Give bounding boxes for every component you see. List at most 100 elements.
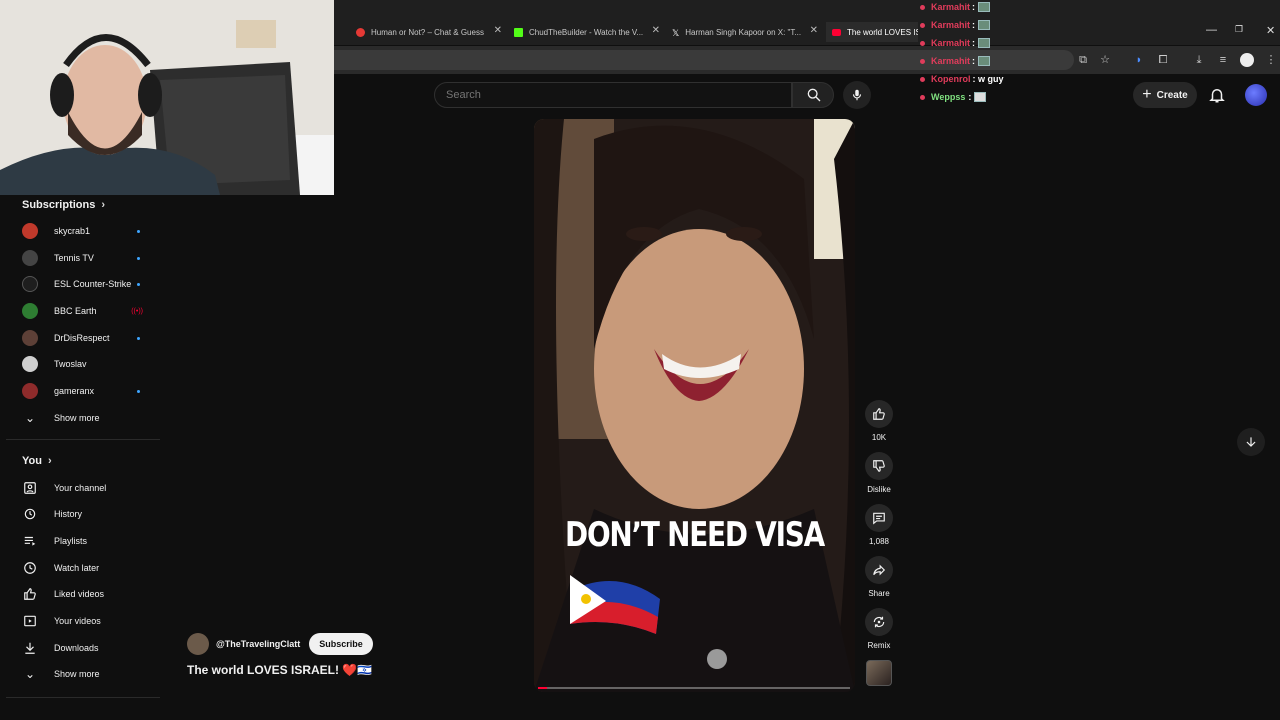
comments-button[interactable]: 1,088 [862,504,896,546]
comments-button-bg [865,504,893,532]
avatar [22,250,38,266]
create-button[interactable]: + Create [1133,82,1197,108]
dislike-label: Dislike [867,485,891,494]
chat-badge-icon [920,76,925,82]
short-channel-row: @TheTravelingClatt Subscribe [187,633,373,655]
avatar [22,330,38,346]
remix-label: Remix [867,641,891,650]
sidebar-item-tennis-tv[interactable]: Tennis TV [22,247,152,269]
video-progress-bar[interactable] [538,687,850,689]
sidebar-item-label: Playlists [54,536,88,546]
chat-badge-icon [920,4,925,10]
like-count: 10K [871,433,887,442]
sidebar-item-label: Your videos [54,616,101,626]
video-title: The world LOVES ISRAEL! ❤️🇮🇱 [187,663,373,677]
avatar[interactable] [187,633,209,655]
channel-name[interactable]: @TheTravelingClatt [216,639,300,649]
extensions-icon[interactable]: ⧠ [1156,53,1170,67]
comment-count: 1,088 [868,537,890,546]
history-icon [22,506,38,522]
subscriptions-show-more[interactable]: ⌄ Show more [22,407,152,429]
chat-username: Karmahit [931,2,971,12]
sidebar-item-label: skycrab1 [54,226,91,236]
sidebar-item-bbc-earth[interactable]: BBC Earth ((•)) [22,300,152,322]
you-show-more[interactable]: ⌄ Show more [22,663,152,685]
divider [6,439,160,440]
you-header[interactable]: You › [22,455,52,467]
subscribe-button[interactable]: Subscribe [309,633,373,655]
close-icon[interactable]: ✕ [810,25,818,36]
video-progress-fill [538,687,548,689]
live-stream-icon: ((•)) [131,307,143,315]
create-label: Create [1156,89,1188,101]
minimize-icon[interactable]: — [1206,24,1217,36]
sidebar-item-drdisrespect[interactable]: DrDisRespect [22,327,152,349]
short-video-player[interactable]: DON’T NEED VISA [534,119,855,692]
download-icon [22,640,38,656]
chevron-right-icon: › [47,455,52,467]
sound-thumbnail[interactable] [862,660,896,686]
webcam-feed-image [0,0,334,195]
search-button[interactable] [792,82,834,108]
chat-badge-icon [920,94,925,100]
thumb-up-icon [873,408,885,420]
menu-dots-icon[interactable]: ⋮ [1264,53,1278,67]
chevron-right-icon: › [101,199,106,211]
dislike-button[interactable]: Dislike [862,452,896,494]
person-icon [22,480,38,496]
tab-title: Harman Singh Kapoor on X: "T... [685,27,802,37]
like-button-bg [865,400,893,428]
download-icon[interactable]: ⤓ [1192,53,1206,67]
sidebar-item-your-videos[interactable]: Your videos [22,610,152,632]
remix-button[interactable]: Remix [862,608,896,650]
close-icon[interactable]: ✕ [494,25,502,36]
subscriptions-header[interactable]: Subscriptions › [22,199,105,211]
tab-youtube-active[interactable]: The world LOVES ISRAEL! [826,22,918,42]
chat-badge-icon [920,58,925,64]
search-box[interactable] [434,82,792,108]
account-avatar[interactable] [1245,84,1267,106]
chat-emote-icon [978,2,991,12]
share-label: Share [868,589,890,598]
divider [6,697,160,698]
chat-message: Karmahit : [917,16,1117,34]
sidebar: Subscriptions › skycrab1 Tennis TV ESL Co… [0,195,160,720]
plus-icon: + [1142,86,1152,103]
sidebar-item-downloads[interactable]: Downloads [22,637,152,659]
notifications-bell-icon[interactable] [1208,86,1226,104]
sidebar-item-history[interactable]: History [22,503,152,525]
webcam-overlay [0,0,334,195]
tab-x-post[interactable]: 𝕏 Harman Singh Kapoor on X: "T... ✕ [672,22,818,42]
sidebar-item-playlists[interactable]: Playlists [22,530,152,552]
sidebar-item-liked-videos[interactable]: Liked videos [22,583,152,605]
tab-title: The world LOVES ISRAEL! [847,27,918,37]
share-button[interactable]: Share [862,556,896,598]
sidebar-item-gameranx[interactable]: gameranx [22,380,152,402]
sidebar-item-watch-later[interactable]: Watch later [22,557,152,579]
tab-chud[interactable]: ChudTheBuilder - Watch the V... ✕ [514,22,660,42]
search-input[interactable] [435,83,791,107]
next-short-button[interactable] [1237,428,1265,456]
sidebar-item-esl-counter-strike[interactable]: ESL Counter-Strike [22,273,152,295]
close-icon[interactable]: ✕ [652,25,660,36]
restore-icon[interactable]: ❐ [1235,24,1243,35]
tab-favicon-icon [514,27,523,37]
voice-search-button[interactable] [843,81,871,109]
arrow-down-icon [1246,437,1256,447]
sidebar-item-label: Tennis TV [54,253,94,263]
new-content-dot [137,389,140,393]
close-window-icon[interactable]: ✕ [1266,24,1275,37]
read-aloud-icon[interactable]: ◗ [1132,53,1146,67]
tab-human-or-not[interactable]: Human or Not? – Chat & Guess ✕ [356,22,502,42]
sidebar-item-skycrab1[interactable]: skycrab1 [22,220,152,242]
chat-username: Karmahit [931,56,971,66]
comment-icon [873,512,885,525]
profile-icon[interactable] [1240,53,1254,67]
sidebar-item-twoslav[interactable]: Twoslav [22,353,152,375]
sidebar-item-your-channel[interactable]: Your channel [22,477,152,499]
like-button[interactable]: 10K [862,400,896,442]
reading-list-icon[interactable]: ≡ [1216,53,1230,67]
share-arrow-icon [873,564,886,576]
chat-badge-icon [920,40,925,46]
avatar [22,383,38,399]
